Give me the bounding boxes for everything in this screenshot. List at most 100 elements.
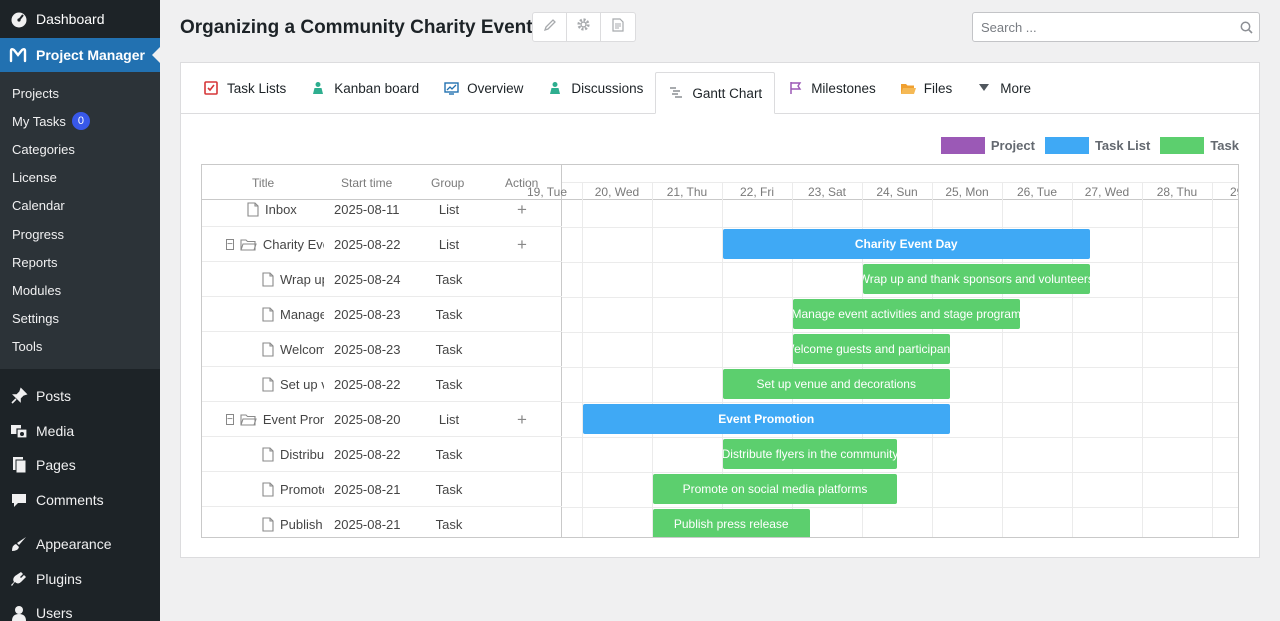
sidebar-item-comments[interactable]: Comments <box>0 482 160 517</box>
row-title-cell: − Charity Event Day <box>202 227 324 262</box>
row-title-cell: Promote on social media platforms <box>202 472 324 507</box>
tab-files[interactable]: Files <box>888 63 965 113</box>
submenu-item-categories[interactable]: Categories <box>0 135 160 163</box>
sidebar-item-posts[interactable]: Posts <box>0 379 160 414</box>
project-settings-button[interactable] <box>567 13 601 41</box>
tab-task-lists[interactable]: Task Lists <box>191 63 298 113</box>
file-icon <box>262 272 274 287</box>
submenu-label: Calendar <box>12 198 65 214</box>
gantt-grid: Title Start time Group Action Inbox 2025-… <box>202 165 562 537</box>
gantt-task-bar[interactable]: Welcome guests and participants <box>793 334 950 364</box>
sidebar-item-dashboard[interactable]: Dashboard <box>0 0 160 38</box>
submenu-item-calendar[interactable]: Calendar <box>0 192 160 220</box>
tab-discussions[interactable]: Discussions <box>535 63 655 113</box>
gantt-task-bar[interactable]: Set up venue and decorations <box>723 369 950 399</box>
add-task-button[interactable]: + <box>507 402 537 437</box>
tab-gantt-chart[interactable]: Gantt Chart <box>655 72 776 114</box>
collapse-toggle-icon[interactable]: − <box>226 239 234 250</box>
gantt-task-bar[interactable]: Wrap up and thank sponsors and volunteer… <box>863 264 1090 294</box>
gantt-row[interactable]: Inbox 2025-08-11 List + <box>202 192 562 227</box>
timeline-day-label: 23, Sat <box>807 184 847 199</box>
gantt-chart: Title Start time Group Action Inbox 2025-… <box>201 164 1239 538</box>
column-header-start-time[interactable]: Start time <box>341 176 392 190</box>
project-document-button[interactable] <box>601 13 635 41</box>
brush-icon <box>10 535 28 553</box>
timeline-day-label: 24, Sun <box>876 184 918 199</box>
submenu-item-projects[interactable]: Projects <box>0 79 160 107</box>
submenu-item-progress[interactable]: Progress <box>0 220 160 248</box>
sidebar-item-project-manager[interactable]: Project Manager <box>0 38 160 72</box>
legend-task-list: Task List <box>1044 137 1150 154</box>
project-manager-logo-icon <box>8 45 28 65</box>
add-task-button[interactable] <box>507 437 537 472</box>
timeline-day-label: 25, Mon <box>945 184 989 199</box>
submenu-label: License <box>12 170 57 186</box>
submenu-item-modules[interactable]: Modules <box>0 276 160 304</box>
edit-project-button[interactable] <box>533 13 567 41</box>
timeline-row-line <box>562 262 1238 263</box>
sidebar-item-pages[interactable]: Pages <box>0 448 160 483</box>
dashboard-icon <box>10 10 28 28</box>
gantt-row[interactable]: Wrap up and thank sponsors and volunteer… <box>202 262 562 297</box>
column-header-title[interactable]: Title <box>252 176 274 190</box>
gantt-row[interactable]: Promote on social media platforms 2025-08… <box>202 472 562 507</box>
search-input[interactable] <box>973 13 1233 41</box>
row-start-time: 2025-08-22 <box>334 447 401 462</box>
row-title-cell: − Event Promotion <box>202 402 324 437</box>
page-title: Organizing a Community Charity Event <box>180 17 533 38</box>
column-header-group[interactable]: Group <box>431 176 464 190</box>
add-task-button[interactable] <box>507 507 537 537</box>
tab-overview[interactable]: Overview <box>431 63 535 113</box>
submenu-item-reports[interactable]: Reports <box>0 248 160 276</box>
add-task-button[interactable]: + <box>507 227 537 262</box>
tab-kanban-board[interactable]: Kanban board <box>298 63 431 113</box>
tab-more[interactable]: More <box>964 63 1043 113</box>
sidebar-item-media[interactable]: Media <box>0 413 160 448</box>
gantt-task-bar[interactable]: Promote on social media platforms <box>653 474 897 504</box>
add-task-button[interactable] <box>507 332 537 367</box>
collapse-toggle-icon[interactable]: − <box>226 414 234 425</box>
row-group: List <box>438 412 460 427</box>
row-title-cell: Inbox <box>202 192 324 227</box>
legend-task: Task <box>1160 137 1239 154</box>
search-icon[interactable] <box>1233 21 1259 34</box>
sidebar-separator <box>0 517 160 527</box>
submenu-item-settings[interactable]: Settings <box>0 305 160 333</box>
overview-icon <box>443 80 459 96</box>
row-title-cell: Welcome guests and participants <box>202 332 324 367</box>
add-task-button[interactable] <box>507 262 537 297</box>
folder-icon <box>900 80 916 96</box>
gantt-row[interactable]: Welcome guests and participants 2025-08-2… <box>202 332 562 367</box>
project-tabs: Task Lists Kanban board Overview Discuss… <box>181 63 1259 114</box>
tab-milestones[interactable]: Milestones <box>775 63 888 113</box>
timeline-day-label: 19, Tue <box>526 184 568 199</box>
gantt-row[interactable]: − Charity Event Day 2025-08-22 List + <box>202 227 562 262</box>
discussions-icon <box>547 80 563 96</box>
gantt-row[interactable]: Distribute flyers in the community 2025-0… <box>202 437 562 472</box>
sidebar-item-plugins[interactable]: Plugins <box>0 561 160 596</box>
submenu-item-my-tasks[interactable]: My Tasks 0 <box>0 107 160 135</box>
sidebar-item-appearance[interactable]: Appearance <box>0 527 160 562</box>
timeline-row-line <box>562 402 1238 403</box>
kanban-icon <box>310 80 326 96</box>
sidebar-item-users[interactable]: Users <box>0 596 160 621</box>
gantt-row[interactable]: Set up venue and decorations 2025-08-22 Ta… <box>202 367 562 402</box>
gantt-task-bar[interactable]: Distribute flyers in the community <box>723 439 897 469</box>
gantt-task-bar[interactable]: Publish press release <box>653 509 810 537</box>
submenu-item-license[interactable]: License <box>0 164 160 192</box>
gantt-task-list-bar[interactable]: Event Promotion <box>583 404 950 434</box>
submenu-item-tools[interactable]: Tools <box>0 333 160 361</box>
row-start-time: 2025-08-21 <box>334 517 401 532</box>
gantt-task-bar[interactable]: Manage event activities and stage progra… <box>793 299 1020 329</box>
row-start-time: 2025-08-24 <box>334 272 401 287</box>
add-task-button[interactable] <box>507 297 537 332</box>
gantt-row[interactable]: Manage event activities and stage progra… <box>202 297 562 332</box>
tab-label: More <box>1000 80 1031 96</box>
row-title: Promote on social media platforms <box>280 482 324 497</box>
file-icon <box>262 517 274 532</box>
gantt-task-list-bar[interactable]: Charity Event Day <box>723 229 1090 259</box>
add-task-button[interactable] <box>507 472 537 507</box>
gantt-row[interactable]: Publish press release 2025-08-21 Task <box>202 507 562 537</box>
add-task-button[interactable] <box>507 367 537 402</box>
gantt-row[interactable]: − Event Promotion 2025-08-20 List + <box>202 402 562 437</box>
